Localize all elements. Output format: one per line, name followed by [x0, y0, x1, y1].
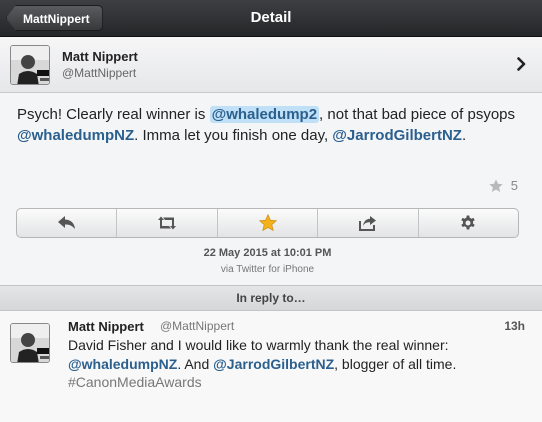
reply-author-name: Matt Nippert [68, 319, 144, 334]
mention-link[interactable]: @whaledump2 [209, 106, 320, 123]
settings-gear-icon [461, 215, 476, 230]
avatar-photo [11, 324, 49, 362]
reply-time: 13h [504, 319, 525, 333]
tweet-text-part: . Imma let you finish one day, [134, 127, 333, 144]
reply-button[interactable] [17, 209, 118, 237]
reply-tweet[interactable]: Matt Nippert @MattNippert 13h David Fish… [0, 311, 542, 422]
favorite-star-icon [258, 213, 277, 232]
tweet-timestamp: 22 May 2015 at 10:01 PM [203, 247, 332, 259]
reply-text-part: , blogger of all time. [334, 355, 457, 372]
reply-body: David Fisher and I would like to warmly … [68, 336, 533, 392]
mention-link[interactable]: @JarrodGilbertNZ [332, 127, 462, 144]
author-handle: @MattNippert [62, 66, 137, 80]
author-name: Matt Nippert [62, 49, 138, 64]
chevron-right-icon[interactable] [517, 57, 526, 71]
avatar-photo [11, 46, 49, 84]
share-icon [358, 216, 376, 231]
reply-text-part: David Fisher and I would like to warmly … [68, 337, 449, 353]
tweet-source: via Twitter for iPhone [220, 264, 315, 275]
tweet-text-part: . [461, 127, 467, 144]
share-button[interactable] [318, 209, 419, 237]
page-title: Detail [250, 9, 292, 26]
favorite-count: 5 [510, 178, 518, 193]
in-reply-to-header: In reply to… [0, 285, 542, 311]
favorite-count-star-icon [489, 179, 503, 192]
settings-button[interactable] [419, 209, 518, 237]
tweet-body: Psych! Clearly real winner is @whaledump… [17, 104, 527, 146]
retweet-icon [158, 216, 177, 230]
favorite-button[interactable] [218, 209, 319, 237]
tweet-action-bar [16, 208, 519, 238]
hashtag-link[interactable]: #CanonMediaAwards [68, 374, 202, 390]
avatar[interactable] [10, 45, 50, 85]
tweet-text-part: , not that bad piece of psyops [319, 106, 516, 123]
retweet-button[interactable] [117, 209, 218, 237]
mention-link[interactable]: @whaledumpNZ [68, 356, 177, 372]
mention-link[interactable]: @JarrodGilbertNZ [213, 356, 334, 372]
mention-link[interactable]: @whaledumpNZ [17, 127, 134, 144]
reply-text-part: . And [177, 355, 214, 372]
reply-author-handle: @MattNippert [160, 319, 235, 333]
tweet-author-bar[interactable]: Matt Nippert @MattNippert [0, 37, 542, 93]
avatar[interactable] [10, 323, 50, 363]
tweet-text-part: Psych! Clearly real winner is [17, 106, 210, 123]
reply-icon [57, 216, 75, 229]
navigation-bar: MattNippert Detail [0, 0, 542, 37]
